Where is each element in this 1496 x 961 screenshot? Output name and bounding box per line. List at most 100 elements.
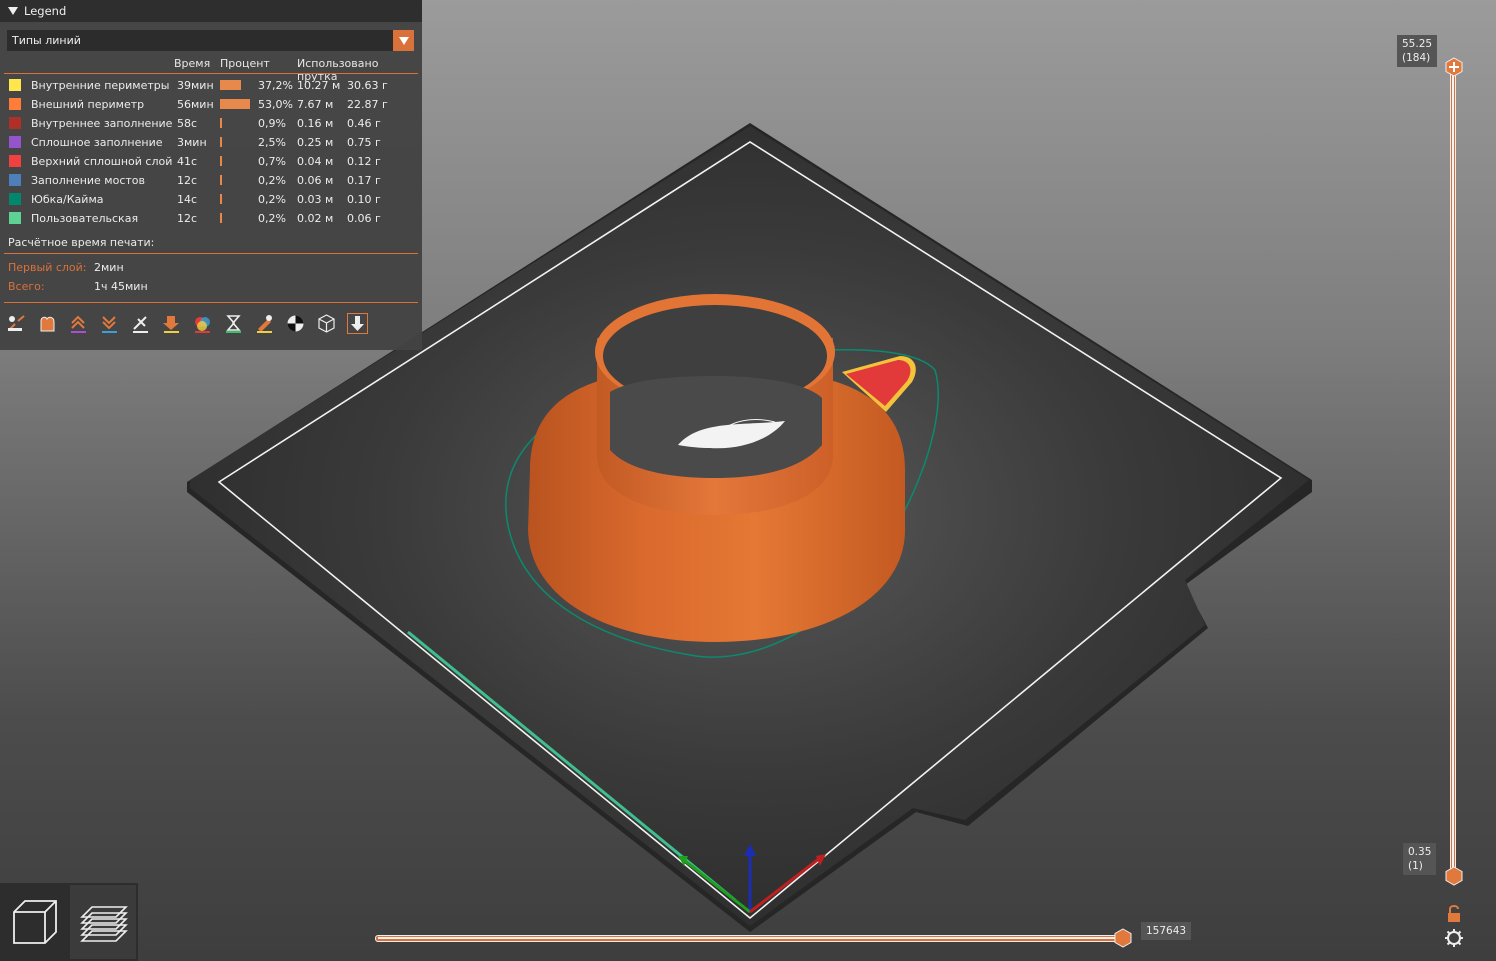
percent-bar: [220, 175, 222, 185]
length-value: 0.04 м: [297, 155, 334, 168]
line-type-name: Юбка/Кайма: [31, 193, 104, 206]
line-type-name: Пользовательская: [31, 212, 139, 225]
toolbar-divider: [4, 302, 418, 303]
line-type-name: Внешний периметр: [31, 98, 145, 111]
percent-bar: [220, 99, 250, 109]
weight-value: 0.17 г: [347, 174, 381, 187]
move-slider-thumb[interactable]: [1113, 928, 1133, 948]
top-thumb-plus-icon[interactable]: [1444, 57, 1464, 77]
line-type-name: Внутренние периметры: [31, 79, 170, 92]
percent-value: 0,2%: [258, 193, 286, 206]
color-swatch: [9, 193, 21, 205]
color-swatch: [9, 98, 21, 110]
shells-icon[interactable]: [316, 313, 337, 334]
weight-value: 22.87 г: [347, 98, 388, 111]
percent-value: 0,2%: [258, 174, 286, 187]
preview-button[interactable]: [70, 885, 136, 959]
3d-view-button[interactable]: [2, 885, 68, 959]
percent-value: 0,7%: [258, 155, 286, 168]
weight-value: 0.46 г: [347, 117, 381, 130]
lock-icon[interactable]: [1444, 904, 1464, 924]
length-value: 7.67 м: [297, 98, 334, 111]
weight-value: 0.12 г: [347, 155, 381, 168]
legend-row[interactable]: Юбка/Кайма 14с 0,2% 0.03 м 0.10 г: [0, 190, 420, 209]
top-layer-tooltip: 55.25 (184): [1397, 35, 1438, 67]
time-value: 14с: [177, 193, 198, 206]
time-value: 12с: [177, 174, 198, 187]
percent-bar: [220, 137, 222, 147]
pause-icon[interactable]: [223, 313, 244, 334]
top-layer-number: (184): [1402, 52, 1431, 64]
length-value: 0.06 м: [297, 174, 334, 187]
deretractions-icon[interactable]: [99, 313, 120, 334]
line-type-name: Заполнение мостов: [31, 174, 146, 187]
collapse-triangle-icon[interactable]: [8, 7, 18, 15]
legend-row[interactable]: Внутренние периметры 39мин 37,2% 10.27 м 30.…: [0, 76, 420, 95]
color-swatch: [9, 136, 21, 148]
time-value: 12с: [177, 212, 198, 225]
length-value: 10.27 м: [297, 79, 341, 92]
legend-row[interactable]: Сплошное заполнение 3мин 2,5% 0.25 м 0.75 г: [0, 133, 420, 152]
time-value: 58с: [177, 117, 198, 130]
header-divider: [4, 73, 418, 74]
view-type-value: Типы линий: [12, 34, 81, 47]
line-type-name: Сплошное заполнение: [31, 136, 163, 149]
percent-value: 2,5%: [258, 136, 286, 149]
legend-row[interactable]: Внешний периметр 56мин 53,0% 7.67 м 22.87 г: [0, 95, 420, 114]
color-swatch: [9, 174, 21, 186]
dropdown-arrow-icon[interactable]: [393, 30, 414, 51]
retractions-icon[interactable]: [68, 313, 89, 334]
legend-row[interactable]: Пользовательская 12с 0,2% 0.02 м 0.06 г: [0, 209, 420, 228]
wipe-icon[interactable]: [37, 313, 58, 334]
move-slider-value: 157643: [1141, 922, 1192, 940]
time-value: 39мин: [177, 79, 214, 92]
percent-bar: [220, 80, 242, 90]
settings-cog-icon[interactable]: [1444, 928, 1464, 948]
length-value: 0.03 м: [297, 193, 334, 206]
first-layer-value: 2мин: [94, 261, 124, 274]
total-label: Всего:: [8, 280, 45, 293]
weight-value: 0.06 г: [347, 212, 381, 225]
tool-changes-icon[interactable]: [161, 313, 182, 334]
color-changes-icon[interactable]: [192, 313, 213, 334]
percent-bar: [220, 213, 222, 223]
column-percent: Процент: [220, 57, 270, 70]
bottom-layer-number: (1): [1408, 860, 1423, 872]
legend-title: Legend: [24, 4, 67, 18]
bottom-thumb[interactable]: [1444, 866, 1464, 886]
travel-icon[interactable]: [6, 313, 27, 334]
length-value: 0.16 м: [297, 117, 334, 130]
percent-value: 0,2%: [258, 212, 286, 225]
section-divider: [4, 253, 418, 254]
move-slider-range: [378, 937, 1123, 939]
layer-slider-range: [1452, 66, 1454, 876]
percent-bar: [220, 156, 222, 166]
weight-value: 0.75 г: [347, 136, 381, 149]
view-type-select[interactable]: Типы линий: [7, 30, 414, 51]
custom-gcode-icon[interactable]: [254, 313, 275, 334]
legend-row[interactable]: Заполнение мостов 12с 0,2% 0.06 м 0.17 г: [0, 171, 420, 190]
bottom-layer-tooltip: 0.35 (1): [1403, 843, 1437, 875]
percent-value: 37,2%: [258, 79, 293, 92]
estimated-time-label: Расчётное время печати:: [8, 236, 155, 249]
length-value: 0.02 м: [297, 212, 334, 225]
cube-icon: [13, 900, 57, 944]
color-swatch: [9, 117, 21, 129]
view-mode-bar: [0, 883, 138, 961]
legend-header[interactable]: Legend: [0, 0, 422, 22]
time-value: 56мин: [177, 98, 214, 111]
total-value: 1ч 45мин: [94, 280, 148, 293]
color-swatch: [9, 155, 21, 167]
tool-marker-icon[interactable]: [347, 313, 368, 334]
time-value: 3мин: [177, 136, 207, 149]
first-layer-label: Первый слой:: [8, 261, 87, 274]
seams-icon[interactable]: [130, 313, 151, 334]
center-of-gravity-icon[interactable]: [285, 313, 306, 334]
color-swatch: [9, 79, 21, 91]
legend-row[interactable]: Внутреннее заполнение 58с 0,9% 0.16 м 0.46 г: [0, 114, 420, 133]
legend-panel: Legend Типы линий Время Процент Использо…: [0, 0, 422, 350]
column-time: Время: [174, 57, 211, 70]
legend-row[interactable]: Верхний сплошной слой 41с 0,7% 0.04 м 0.12 г: [0, 152, 420, 171]
color-swatch: [9, 212, 21, 224]
time-value: 41с: [177, 155, 198, 168]
